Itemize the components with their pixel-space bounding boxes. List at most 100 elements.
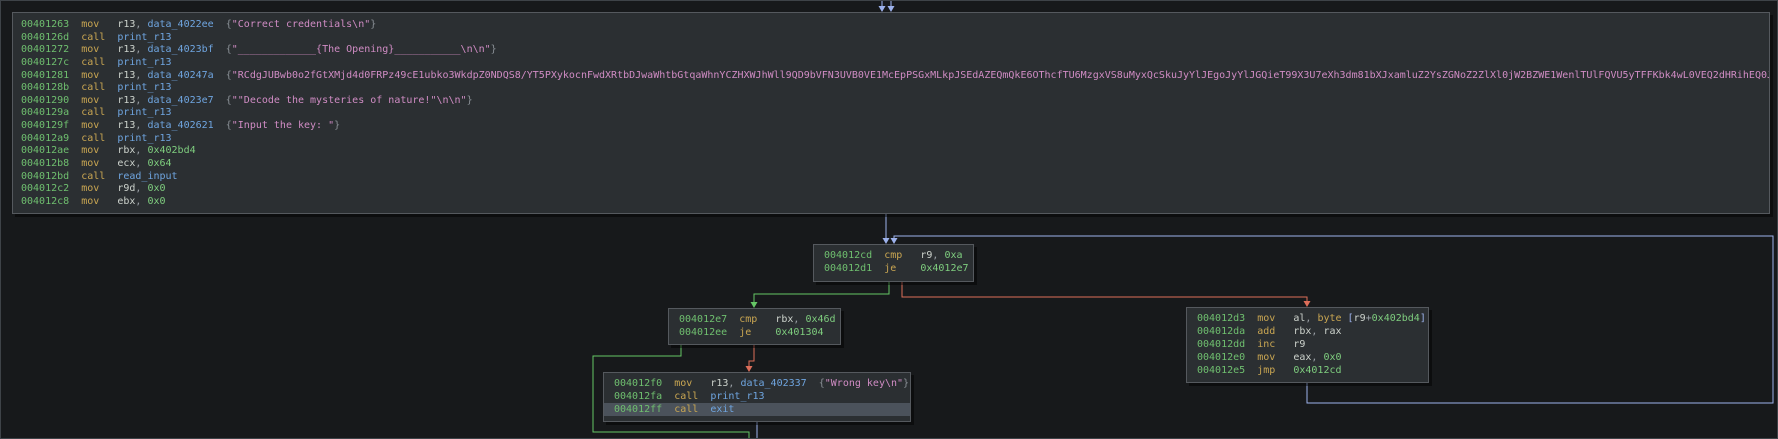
asm-line[interactable]: 0040127c call print_r13 (13, 57, 1769, 70)
asm-token: "Input the key: " (232, 120, 334, 131)
asm-token: call (674, 391, 710, 402)
asm-token: 004012a9 (21, 133, 81, 144)
asm-token: cmp (739, 314, 775, 325)
asm-token: byte (1317, 313, 1347, 324)
asm-line[interactable]: 004012f0 mov r13, data_402337 {"Wrong ke… (604, 377, 910, 390)
asm-line[interactable]: 004012b8 mov ecx, 0x64 (13, 158, 1769, 171)
asm-line[interactable]: 0040129a call print_r13 (13, 107, 1769, 120)
asm-token: , (1305, 313, 1317, 324)
asm-token: mov (81, 158, 117, 169)
asm-token: call (81, 57, 117, 68)
asm-line[interactable]: 00401263 mov r13, data_4022ee {"Correct … (13, 19, 1769, 32)
asm-line[interactable]: 004012fa call print_r13 (604, 390, 910, 403)
asm-token: "_____________{The Opening}___________\n… (232, 44, 491, 55)
asm-token: , (932, 250, 944, 261)
asm-token: 0040129f (21, 120, 81, 131)
asm-line[interactable]: 004012ee je 0x401304 (669, 326, 840, 339)
asm-token: 00401290 (21, 95, 81, 106)
asm-token: call (81, 32, 117, 43)
asm-token: , (728, 378, 740, 389)
asm-token (214, 70, 226, 81)
asm-line[interactable]: 0040126d call print_r13 (13, 32, 1769, 45)
asm-token: call (81, 133, 117, 144)
false-branch-to-4012f0 (749, 345, 754, 366)
asm-token: r13 (117, 120, 135, 131)
asm-line[interactable]: 00401281 mov r13, data_40247a {"RCdgJUBw… (13, 70, 1769, 83)
asm-token: r9 (920, 250, 932, 261)
asm-token: "Wrong key\n" (825, 378, 903, 389)
asm-token: , (135, 44, 147, 55)
asm-line-selected[interactable]: 004012ff call exit (604, 403, 910, 416)
asm-line[interactable]: 004012dd inc r9 (1187, 338, 1428, 351)
asm-token: call (81, 82, 117, 93)
asm-line[interactable]: 004012d3 mov al, byte [r9+0x402bd4] (1187, 312, 1428, 325)
asm-line[interactable]: 004012e5 jmp 0x4012cd (1187, 364, 1428, 377)
asm-token: data_4022ee (147, 19, 213, 30)
asm-token: print_r13 (117, 133, 171, 144)
asm-token: 0040126d (21, 32, 81, 43)
asm-token: , (793, 314, 805, 325)
asm-line[interactable]: 004012e0 mov eax, 0x0 (1187, 351, 1428, 364)
asm-token: 004012b8 (21, 158, 81, 169)
asm-token (214, 120, 226, 131)
asm-token: , (135, 95, 147, 106)
asm-token: 004012bd (21, 171, 81, 182)
basic-block-4012e7[interactable]: 004012e7 cmp rbx, 0x46d004012ee je 0x401… (668, 308, 841, 345)
asm-line[interactable]: 004012d1 je 0x4012e7 (814, 262, 973, 275)
asm-token: r9 (1354, 313, 1366, 324)
asm-token: print_r13 (117, 82, 171, 93)
basic-block-401263[interactable]: 00401263 mov r13, data_4022ee {"Correct … (12, 12, 1770, 214)
asm-token: 0x0 (147, 196, 165, 207)
asm-token (214, 19, 226, 30)
asm-token: , (135, 196, 147, 207)
asm-line[interactable]: 004012e7 cmp rbx, 0x46d (669, 313, 840, 326)
asm-line[interactable]: 004012bd call read_input (13, 171, 1769, 184)
asm-line[interactable]: 0040129f mov r13, data_402621 {"Input th… (13, 120, 1769, 133)
asm-token: , (135, 158, 147, 169)
asm-token: rax (1323, 326, 1341, 337)
asm-token: 00401281 (21, 70, 81, 81)
asm-token: 004012dd (1197, 339, 1257, 350)
asm-token: 0040128b (21, 82, 81, 93)
asm-token (214, 95, 226, 106)
asm-token: read_input (117, 171, 177, 182)
asm-line[interactable]: 004012c2 mov r9d, 0x0 (13, 183, 1769, 196)
asm-token: , (1311, 326, 1323, 337)
asm-token: } (903, 378, 909, 389)
asm-token: add (1257, 326, 1293, 337)
asm-token: r13 (117, 44, 135, 55)
asm-token: je (884, 263, 920, 274)
asm-token: call (674, 404, 710, 415)
asm-token: 004012e5 (1197, 365, 1257, 376)
asm-token: 0x402bd4 (1372, 313, 1420, 324)
asm-line[interactable]: 00401290 mov r13, data_4023e7 {""Decode … (13, 95, 1769, 108)
asm-token: 004012fa (614, 391, 674, 402)
asm-token: ] (1420, 313, 1426, 324)
asm-line[interactable]: 004012ae mov rbx, 0x402bd4 (13, 145, 1769, 158)
asm-token: print_r13 (117, 107, 171, 118)
asm-line[interactable]: 004012cd cmp r9, 0xa (814, 249, 973, 262)
asm-line[interactable]: 004012c8 mov ebx, 0x0 (13, 196, 1769, 209)
basic-block-4012cd[interactable]: 004012cd cmp r9, 0xa004012d1 je 0x4012e7 (813, 244, 974, 282)
asm-line[interactable]: 004012da add rbx, rax (1187, 325, 1428, 338)
asm-token: , (135, 183, 147, 194)
asm-token: , (1311, 352, 1323, 363)
asm-token: jmp (1257, 365, 1293, 376)
asm-token: 004012e0 (1197, 352, 1257, 363)
asm-token: 004012d3 (1197, 313, 1257, 324)
basic-block-4012d3[interactable]: 004012d3 mov al, byte [r9+0x402bd4]00401… (1186, 307, 1429, 383)
asm-token: 0040127c (21, 57, 81, 68)
asm-line[interactable]: 004012a9 call print_r13 (13, 133, 1769, 146)
asm-token: mov (81, 70, 117, 81)
asm-line[interactable]: 0040128b call print_r13 (13, 82, 1769, 95)
basic-block-4012f0[interactable]: 004012f0 mov r13, data_402337 {"Wrong ke… (603, 372, 911, 422)
asm-token (214, 44, 226, 55)
asm-token: 0x46d (805, 314, 835, 325)
asm-token: } (334, 120, 340, 131)
asm-token: 0x402bd4 (147, 145, 195, 156)
asm-token: exit (710, 404, 734, 415)
asm-line[interactable]: 00401272 mov r13, data_4023bf {"________… (13, 44, 1769, 57)
asm-token: 004012c8 (21, 196, 81, 207)
asm-token: , (135, 120, 147, 131)
asm-token: } (467, 95, 473, 106)
